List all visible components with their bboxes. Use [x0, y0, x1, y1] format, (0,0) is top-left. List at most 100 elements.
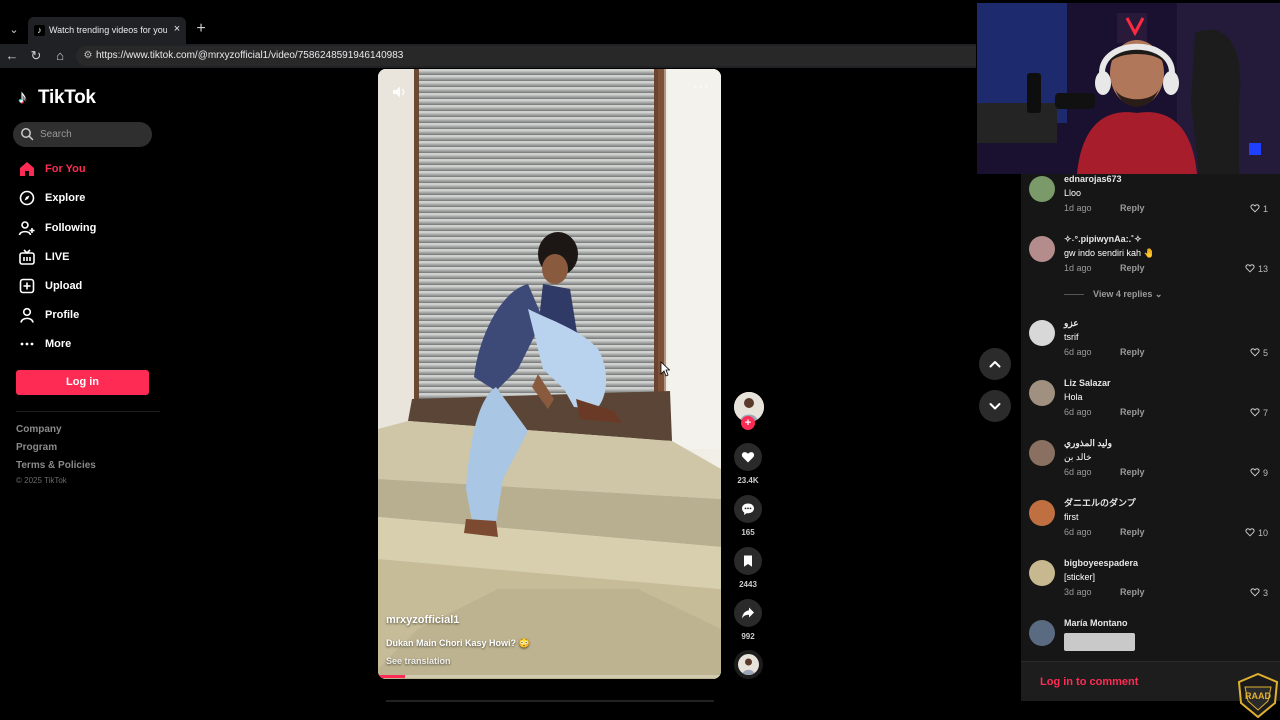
nav-item-upload[interactable]: Upload — [16, 275, 156, 297]
heart-outline-icon — [1245, 264, 1256, 273]
commenter-avatar[interactable] — [1029, 560, 1055, 586]
like-count: 23.4K — [737, 476, 759, 485]
address-bar[interactable]: ⚙ https://www.tiktok.com/@mrxyzofficial1… — [76, 46, 976, 66]
heart-outline-icon — [1250, 588, 1261, 597]
comment-reply-button[interactable]: Reply — [1120, 347, 1145, 358]
chevron-up-icon — [989, 361, 1001, 368]
volume-icon[interactable] — [390, 83, 408, 101]
browser-tab[interactable]: ♪ Watch trending videos for you | TikTok… — [28, 17, 186, 44]
commenter-avatar[interactable] — [1029, 236, 1055, 262]
comment-username[interactable]: ednarojas673 — [1064, 174, 1122, 185]
search-input[interactable] — [40, 127, 140, 142]
progress-bar[interactable] — [378, 675, 721, 678]
comment-like-count: 1 — [1262, 204, 1268, 214]
nav-item-following[interactable]: Following — [16, 217, 156, 239]
footer-link-program[interactable]: Program — [16, 442, 57, 454]
share-button[interactable] — [734, 599, 762, 627]
comment-like-count: 10 — [1257, 528, 1268, 538]
footer-link-terms[interactable]: Terms & Policies — [16, 460, 96, 472]
comment-like[interactable]: 10 — [1245, 527, 1268, 538]
save-button[interactable] — [734, 547, 762, 575]
comment-like[interactable]: 3 — [1250, 587, 1268, 598]
commenter-avatar[interactable] — [1029, 320, 1055, 346]
see-translation-link[interactable]: See translation — [386, 656, 451, 666]
nav-item-for-you[interactable]: For You — [16, 158, 156, 180]
comment-item: ✧˖°.pipiwynAa:.˚✧ gw indo sendiri kah 🤚 … — [1029, 234, 1280, 288]
comment-button[interactable] — [734, 495, 762, 523]
reload-icon[interactable]: ↻ — [26, 46, 46, 66]
share-count: 992 — [741, 632, 755, 641]
commenter-avatar[interactable] — [1029, 500, 1055, 526]
comment-text: first — [1064, 512, 1079, 522]
ellipsis-icon — [20, 342, 34, 346]
commenter-avatar[interactable] — [1029, 380, 1055, 406]
comment-username[interactable]: María Montano — [1064, 618, 1128, 629]
log-in-to-comment-link[interactable]: Log in to comment — [1040, 675, 1138, 689]
chevron-down-icon: ⌄ — [1154, 289, 1163, 299]
comment-like[interactable]: 9 — [1250, 467, 1268, 478]
commenter-avatar[interactable] — [1029, 620, 1055, 646]
view-replies-divider — [1064, 294, 1084, 295]
comment-like[interactable]: 13 — [1245, 263, 1268, 274]
view-replies-button[interactable]: View 4 replies ⌄ — [1093, 288, 1162, 300]
comment-reply-button[interactable]: Reply — [1120, 407, 1145, 418]
comment-age: 3d ago — [1064, 587, 1092, 597]
comment-reply-button[interactable]: Reply — [1120, 203, 1145, 214]
tab-close-icon[interactable]: × — [170, 22, 184, 36]
share-arrow-icon — [742, 607, 754, 619]
more-options-icon[interactable]: ··· — [690, 79, 712, 95]
nav-item-more[interactable]: More — [16, 333, 156, 355]
comment-text: Lloo — [1064, 188, 1082, 198]
heart-outline-icon — [1250, 468, 1261, 477]
new-tab-button[interactable]: + — [192, 19, 210, 39]
comment-item: ednarojas673 Lloo 1d ago Reply 1 — [1029, 174, 1280, 228]
comment-sticker-image[interactable] — [1064, 633, 1135, 651]
comment-text: Hola — [1064, 392, 1083, 402]
search-box[interactable] — [13, 122, 152, 147]
comment-item: ダニエルのダンプ first 6d ago Reply 10 — [1029, 498, 1280, 552]
comment-age: 6d ago — [1064, 347, 1092, 357]
comment-like[interactable]: 1 — [1250, 203, 1268, 214]
comment-text: gw indo sendiri kah 🤚 — [1064, 248, 1155, 258]
next-video-button[interactable] — [979, 390, 1011, 422]
comment-username[interactable]: عزو — [1064, 318, 1079, 329]
comment-reply-button[interactable]: Reply — [1120, 587, 1145, 598]
site-info-icon[interactable]: ⚙ — [82, 50, 94, 62]
comment-like[interactable]: 5 — [1250, 347, 1268, 358]
commenter-avatar[interactable] — [1029, 440, 1055, 466]
comment-reply-button[interactable]: Reply — [1120, 467, 1145, 478]
comment-username[interactable]: ✧˖°.pipiwynAa:.˚✧ — [1064, 234, 1142, 245]
nav-item-explore[interactable]: Explore — [16, 187, 156, 209]
footer-link-company[interactable]: Company — [16, 424, 62, 436]
comment-like-count: 5 — [1262, 348, 1268, 358]
comment-text: [sticker] — [1064, 572, 1096, 582]
comment-reply-button[interactable]: Reply — [1120, 263, 1145, 274]
tab-search-dropdown-icon[interactable]: ⌄ — [4, 20, 24, 40]
comment-age: 1d ago — [1064, 203, 1092, 213]
music-disc[interactable] — [734, 650, 763, 679]
heart-icon — [741, 452, 755, 463]
comment-username[interactable]: bigboyeespadera — [1064, 558, 1138, 569]
sidebar-divider — [16, 411, 160, 412]
previous-video-button[interactable] — [979, 348, 1011, 380]
comment-username[interactable]: ダニエルのダンプ — [1064, 498, 1136, 509]
nav-item-profile[interactable]: Profile — [16, 304, 156, 326]
comment-like[interactable]: 7 — [1250, 407, 1268, 418]
commenter-avatar[interactable] — [1029, 176, 1055, 202]
search-icon[interactable] — [20, 127, 34, 141]
like-button[interactable] — [734, 443, 762, 471]
video-author[interactable]: mrxyzofficial1 — [386, 614, 459, 626]
nav-label-following: Following — [45, 222, 97, 234]
nav-label-live: LIVE — [45, 251, 70, 263]
follow-plus-button[interactable]: + — [741, 416, 755, 430]
comment-username[interactable]: وليد المذوري — [1064, 438, 1112, 449]
browser-tab-bar: ⌄ ♪ Watch trending videos for you | TikT… — [0, 0, 976, 44]
url-text[interactable]: https://www.tiktok.com/@mrxyzofficial1/v… — [96, 49, 403, 63]
log-in-button[interactable]: Log in — [16, 370, 149, 395]
back-arrow-icon[interactable]: ← — [2, 46, 22, 66]
comment-age: 6d ago — [1064, 527, 1092, 537]
home-button-icon[interactable]: ⌂ — [50, 46, 70, 66]
nav-item-live[interactable]: LIVE — [16, 246, 156, 268]
comment-username[interactable]: Liz Salazar — [1064, 378, 1111, 389]
comment-reply-button[interactable]: Reply — [1120, 527, 1145, 538]
